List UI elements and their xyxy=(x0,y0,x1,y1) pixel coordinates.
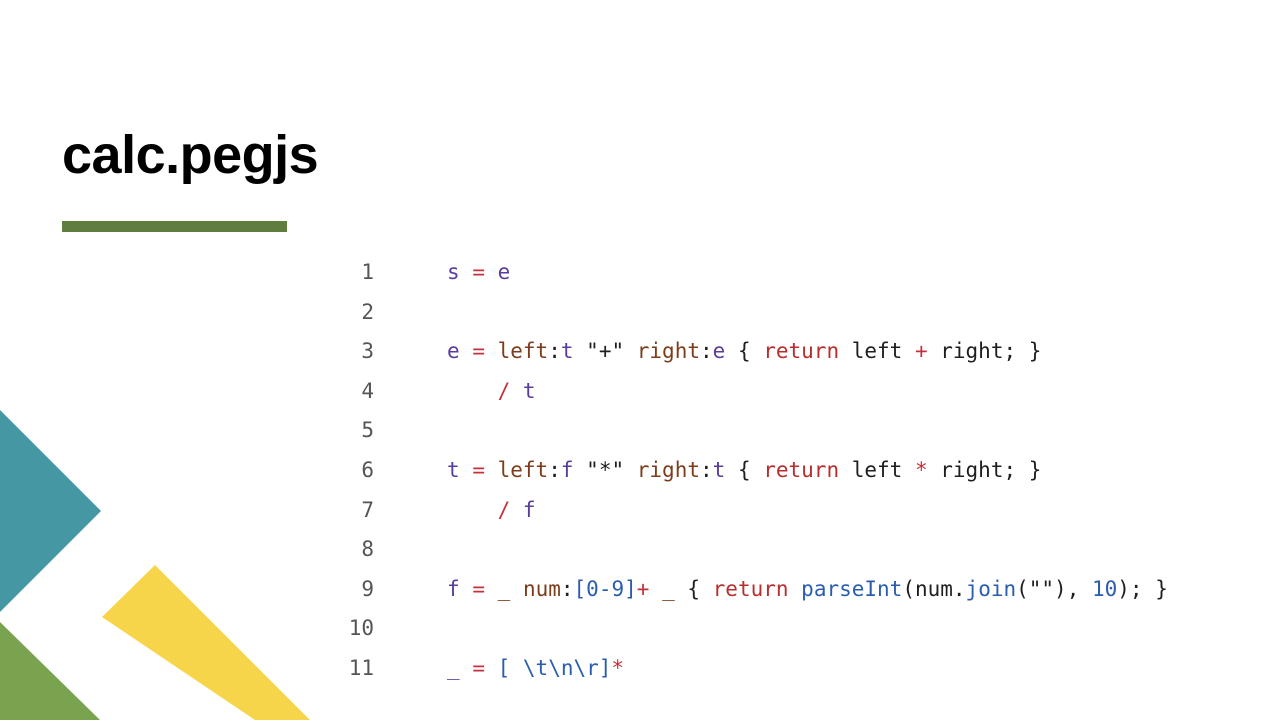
code-token: right xyxy=(636,339,700,364)
code-token: _ xyxy=(447,655,460,680)
code-token: : xyxy=(560,576,574,601)
code-token: "+" xyxy=(586,339,625,364)
code-token: join xyxy=(965,576,1017,601)
code-token: return xyxy=(712,576,789,601)
code-token: + xyxy=(636,576,650,601)
code-token: parseInt xyxy=(801,576,903,601)
code-token: f xyxy=(522,497,536,522)
code-token: right; } xyxy=(927,339,1042,364)
line-number: 9 xyxy=(361,576,374,601)
line-number: 1 xyxy=(361,260,374,284)
code-token: t xyxy=(712,457,726,482)
code-token: right; } xyxy=(927,457,1042,482)
code-token: = xyxy=(472,655,485,680)
code-token: : xyxy=(699,457,713,482)
code-token: / xyxy=(497,497,511,522)
line-number: 4 xyxy=(361,378,374,403)
code-token: = xyxy=(472,260,485,284)
teal-triangle xyxy=(0,410,101,612)
line-number: 2 xyxy=(361,299,374,324)
code-token: = xyxy=(472,339,485,364)
line-number: 3 xyxy=(361,339,374,364)
code-text: f = _ num:[0-9]+ _ { return parseInt(num… xyxy=(447,570,1168,610)
code-token: "*" xyxy=(586,457,625,482)
code-token: e xyxy=(497,260,511,284)
code-token: : xyxy=(548,339,561,364)
code-token: f xyxy=(560,457,574,482)
code-token: left xyxy=(839,457,915,482)
code-token: _ xyxy=(497,576,511,601)
code-token: : xyxy=(699,339,713,364)
code-token: e xyxy=(712,339,726,364)
line-number: 8 xyxy=(361,537,374,562)
code-token: t xyxy=(522,378,536,403)
code-token: { xyxy=(674,576,713,601)
code-token: [ \t\n\r] xyxy=(497,655,612,680)
code-token: return xyxy=(763,339,840,364)
code-token: left xyxy=(497,339,549,364)
code-token: t xyxy=(560,339,574,364)
code-token: t xyxy=(447,457,460,482)
code-text: _ = [ \t\n\r]* xyxy=(447,649,624,689)
code-token: 10 xyxy=(1091,576,1118,601)
code-token: (""), xyxy=(1016,576,1092,601)
code-token: / xyxy=(497,378,511,403)
code-token: (num. xyxy=(902,576,966,601)
code-text: e = left:t "+" right:e { return left + r… xyxy=(447,332,1041,372)
line-number: 10 xyxy=(348,616,374,641)
code-token: * xyxy=(611,655,625,680)
yellow-band xyxy=(102,565,310,720)
line-number: 5 xyxy=(361,418,374,443)
code-text: / f xyxy=(447,491,536,531)
code-token: right xyxy=(636,457,700,482)
title-underline xyxy=(62,221,287,232)
code-token: = xyxy=(472,576,485,601)
code-token: left xyxy=(497,457,549,482)
code-token: ); } xyxy=(1117,576,1168,601)
code-token: = xyxy=(472,457,485,482)
code-text: t = left:f "*" right:t { return left * r… xyxy=(447,451,1041,491)
code-token: e xyxy=(447,339,460,364)
page-title: calc.pegjs xyxy=(62,125,319,185)
line-number: 7 xyxy=(361,497,374,522)
code-token: [0-9] xyxy=(573,576,637,601)
code-token: { xyxy=(725,339,764,364)
code-token: _ xyxy=(662,576,675,601)
code-text: s = e xyxy=(447,253,510,293)
code-token: : xyxy=(548,457,561,482)
code-token: * xyxy=(914,457,928,482)
code-token: + xyxy=(914,339,928,364)
line-number: 6 xyxy=(361,457,374,482)
code-token: return xyxy=(763,457,840,482)
code-token: { xyxy=(725,457,764,482)
code-token: left xyxy=(839,339,915,364)
line-number: 11 xyxy=(348,655,374,680)
code-token: num xyxy=(522,576,561,601)
green-triangle xyxy=(0,622,100,720)
code-token: s xyxy=(447,260,460,284)
code-text: / t xyxy=(447,372,536,412)
code-token: f xyxy=(447,576,460,601)
